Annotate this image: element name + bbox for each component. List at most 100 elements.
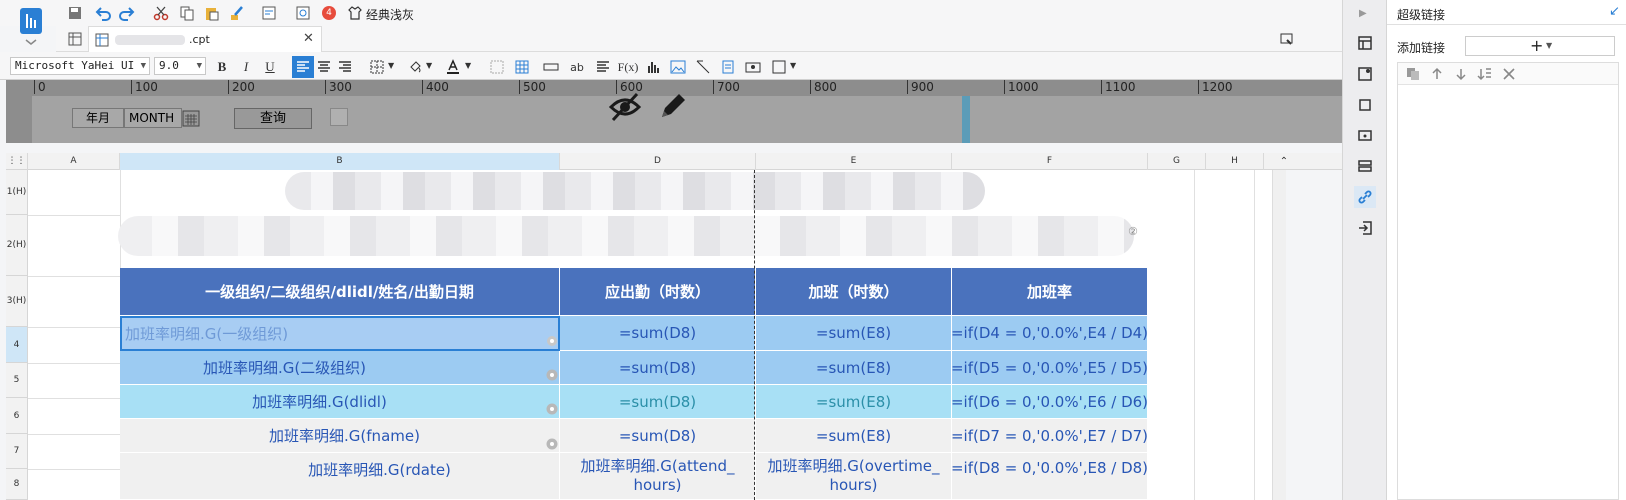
formula-icon[interactable]: F(x) [617, 56, 639, 78]
header-cell-f[interactable]: 加班率 [952, 268, 1148, 316]
cell-e8[interactable]: 加班率明细.G(overtime_ hours) [756, 453, 952, 500]
cell-f8[interactable]: =if(D8 = 0,'0.0%',E8 / D8) [952, 453, 1148, 500]
chevron-down-icon[interactable]: ▼ [388, 61, 394, 70]
column-b[interactable]: B [120, 153, 560, 170]
cell-e6[interactable]: =sum(E8) [756, 385, 952, 419]
row-header-7[interactable]: 7 [6, 434, 28, 469]
copy-link-icon[interactable] [1402, 63, 1424, 85]
import-icon[interactable] [1354, 217, 1376, 239]
shirt-icon[interactable] [344, 2, 366, 24]
align-left-icon[interactable] [292, 56, 314, 78]
cell-b6[interactable]: 加班率明细.G(dlidl) [120, 385, 560, 419]
column-h[interactable]: H [1206, 153, 1264, 170]
chevron-down-icon[interactable]: ▼ [426, 61, 432, 70]
row-header-2[interactable]: 2(H) [6, 215, 28, 276]
grid-view-icon[interactable] [64, 28, 86, 50]
undo-icon[interactable] [92, 2, 114, 24]
cell-b7[interactable]: 加班率明细.G(fname) [120, 419, 560, 453]
month-picker[interactable]: MONTH [124, 108, 182, 128]
hyperlink-icon[interactable] [1354, 186, 1376, 208]
widget-settings-icon[interactable] [1354, 155, 1376, 177]
copy-icon[interactable] [176, 2, 198, 24]
cell-b4[interactable]: 加班率明细.G(一级组织) [120, 316, 560, 351]
expand-arrow-icon[interactable]: ▶ [1359, 8, 1367, 19]
cell-e5[interactable]: =sum(E8) [756, 351, 952, 385]
row-header-3[interactable]: 3(H) [6, 276, 28, 327]
move-down-icon[interactable] [1450, 63, 1472, 85]
cut-icon[interactable] [150, 2, 172, 24]
add-link-dropdown[interactable]: + ▼ [1465, 36, 1615, 56]
cell-d8[interactable]: 加班率明细.G(attend_ hours) [560, 453, 756, 500]
rich-text-icon[interactable] [592, 56, 614, 78]
scroll-up-icon[interactable]: ⌃ [1276, 153, 1292, 170]
subreport-icon[interactable] [717, 56, 739, 78]
condition-icon[interactable] [1354, 124, 1376, 146]
column-a[interactable]: A [28, 153, 120, 170]
header-cell-e[interactable]: 加班（时数） [756, 268, 952, 316]
cell-f7[interactable]: =if(D7 = 0,'0.0%',E7 / D7) [952, 419, 1148, 453]
merge-cells-icon[interactable] [540, 56, 562, 78]
theme-label[interactable]: 经典浅灰 [366, 6, 414, 23]
select-all-icon[interactable]: ⋮⋮ [6, 153, 28, 170]
query-button[interactable]: 查询 [234, 108, 312, 129]
italic-icon[interactable]: I [235, 56, 257, 78]
row-header-5[interactable]: 5 [6, 363, 28, 398]
cell-e4[interactable]: =sum(E8) [756, 316, 952, 351]
cell-d5[interactable]: =sum(D8) [560, 351, 756, 385]
gear-icon[interactable] [545, 334, 559, 348]
collapse-arrow-icon[interactable]: ↙ [1609, 4, 1620, 19]
link-list[interactable] [1397, 62, 1619, 500]
style-icon[interactable] [1354, 94, 1376, 116]
column-f[interactable]: F [952, 153, 1148, 170]
template-icon[interactable] [258, 2, 280, 24]
save-icon[interactable] [64, 2, 86, 24]
cell-d4[interactable]: =sum(D8) [560, 316, 756, 351]
paste-icon[interactable] [201, 2, 223, 24]
year-month-label[interactable]: 年月 [72, 108, 124, 128]
row-header-8[interactable]: 8 [6, 469, 28, 500]
chevron-down-icon[interactable]: ▼ [465, 61, 471, 70]
align-center-icon[interactable] [313, 56, 335, 78]
sort-icon[interactable] [1474, 63, 1496, 85]
font-size-select[interactable]: 9.0 ▼ [154, 57, 206, 75]
cell-f6[interactable]: =if(D6 = 0,'0.0%',E6 / D6) [952, 385, 1148, 419]
underline-icon[interactable]: U [259, 56, 281, 78]
column-d[interactable]: D [560, 153, 756, 170]
delete-icon[interactable] [1498, 63, 1520, 85]
vertical-scrollbar[interactable] [1272, 170, 1286, 500]
chevron-down-icon[interactable]: ▼ [790, 61, 796, 70]
cell-f5[interactable]: =if(D5 = 0,'0.0%',E5 / D5) [952, 351, 1148, 385]
gear-icon[interactable] [545, 402, 559, 416]
move-up-icon[interactable] [1426, 63, 1448, 85]
align-right-icon[interactable] [334, 56, 356, 78]
preview-icon[interactable] [292, 2, 314, 24]
close-icon[interactable]: ✕ [303, 31, 314, 46]
widget-icon[interactable] [742, 56, 764, 78]
row-header-6[interactable]: 6 [6, 398, 28, 434]
font-color-icon[interactable] [442, 56, 464, 78]
widget-placeholder-icon[interactable] [330, 108, 348, 126]
font-family-select[interactable]: Microsoft YaHei UI ▼ [10, 57, 150, 75]
cell-b5[interactable]: 加班率明细.G(二级组织) [120, 351, 560, 385]
slash-icon[interactable] [692, 56, 714, 78]
edit-pencil-icon[interactable] [656, 91, 688, 123]
bar-chart-icon[interactable] [643, 56, 665, 78]
text-cell-icon[interactable]: ab [566, 56, 588, 78]
gear-icon[interactable] [545, 437, 559, 451]
tab-file[interactable]: .cpt ✕ [88, 26, 322, 52]
bold-icon[interactable]: B [211, 56, 233, 78]
cell-d7[interactable]: =sum(D8) [560, 419, 756, 453]
redo-icon[interactable] [116, 2, 138, 24]
fill-color-icon[interactable] [404, 56, 426, 78]
row-header-1[interactable]: 1(H) [6, 170, 28, 215]
app-logo-icon[interactable] [0, 0, 56, 52]
cell-attr-icon[interactable] [1354, 32, 1376, 54]
cell-e7[interactable]: =sum(E8) [756, 419, 952, 453]
hide-eye-icon[interactable] [608, 91, 642, 123]
pane-resize-handle[interactable] [962, 96, 970, 143]
format-painter-icon[interactable] [226, 2, 248, 24]
calendar-icon[interactable] [182, 108, 200, 128]
clear-format-icon[interactable] [486, 56, 508, 78]
column-e[interactable]: E [756, 153, 952, 170]
border-icon[interactable] [366, 56, 388, 78]
